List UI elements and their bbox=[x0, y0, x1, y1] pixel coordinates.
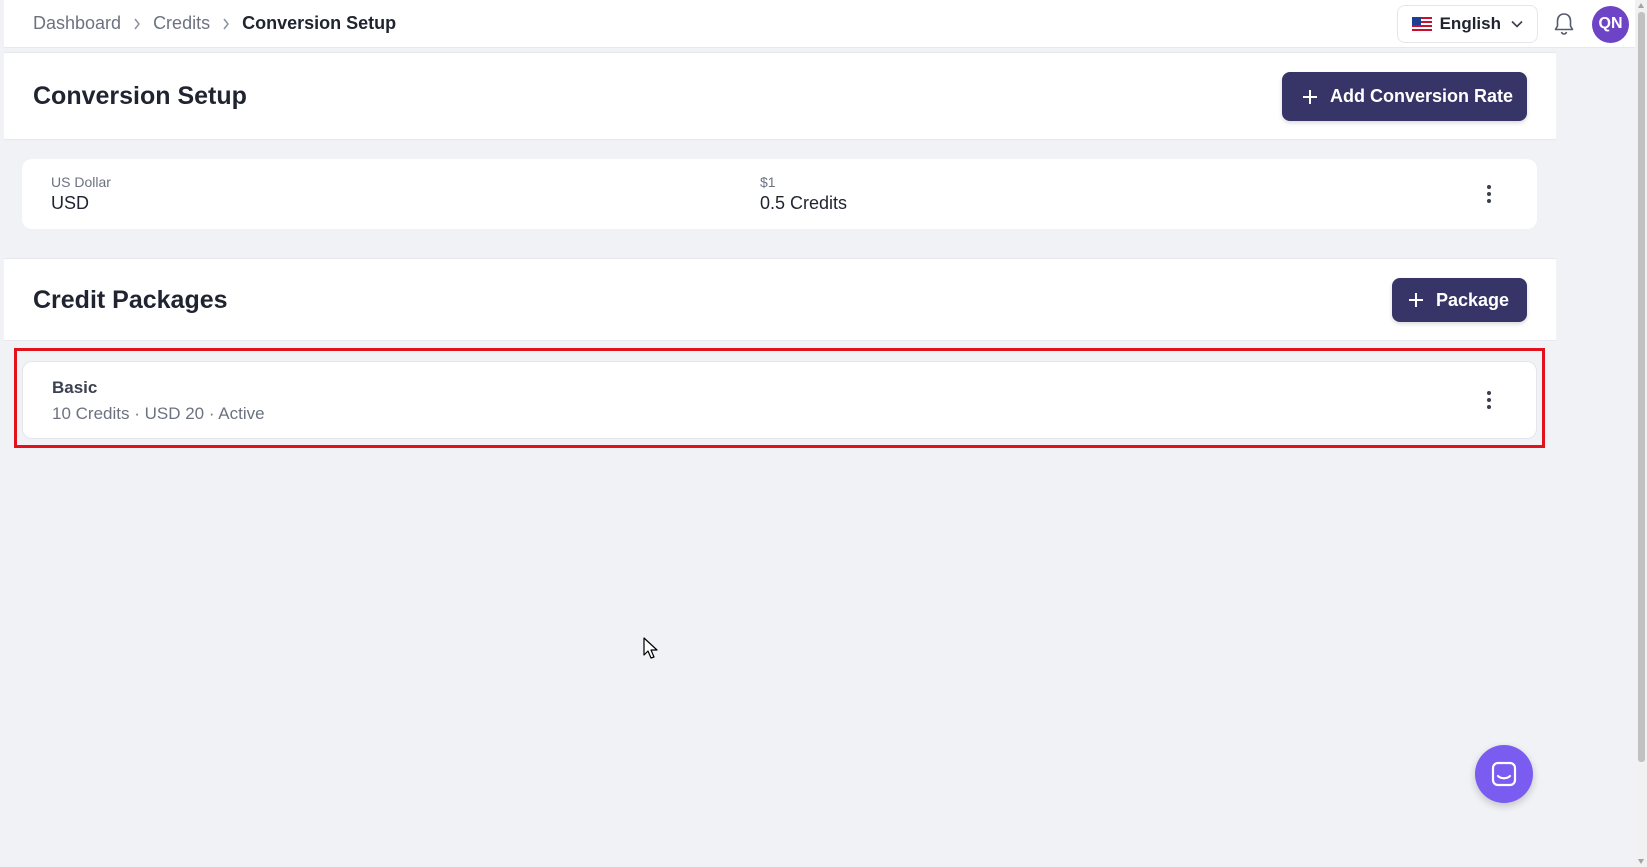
kebab-menu-icon[interactable] bbox=[1479, 179, 1499, 209]
package-name: Basic bbox=[52, 378, 98, 397]
language-label: English bbox=[1439, 14, 1501, 33]
breadcrumb-current: Conversion Setup bbox=[242, 13, 397, 33]
scroll-up-arrow[interactable] bbox=[1638, 3, 1644, 8]
kebab-menu-icon[interactable] bbox=[1479, 385, 1499, 415]
vertical-scrollbar[interactable] bbox=[1636, 0, 1647, 867]
breadcrumb: Dashboard Credits Conversion Setup bbox=[33, 13, 396, 34]
avatar[interactable]: QN bbox=[1592, 5, 1629, 43]
package-card[interactable]: Basic 10 Credits · USD 20 · Active bbox=[22, 361, 1537, 439]
currency-code: USD bbox=[51, 193, 90, 213]
add-conversion-rate-label: Add Conversion Rate bbox=[1330, 86, 1514, 106]
breadcrumb-credits[interactable]: Credits bbox=[153, 13, 210, 34]
conversion-rate-card: US Dollar USD $1 0.5 Credits bbox=[22, 159, 1537, 229]
currency-name: US Dollar bbox=[51, 174, 111, 190]
page-title: Conversion Setup bbox=[33, 82, 247, 110]
scrollbar-thumb[interactable] bbox=[1638, 12, 1645, 762]
plus-icon bbox=[1302, 89, 1318, 105]
chat-button[interactable] bbox=[1475, 745, 1533, 803]
credit-packages-header: Credit Packages Package bbox=[4, 258, 1556, 341]
add-package-label: Package bbox=[1436, 289, 1510, 310]
plus-icon bbox=[1408, 292, 1424, 308]
add-conversion-rate-button[interactable]: Add Conversion Rate bbox=[1282, 72, 1527, 121]
rate-amount-label: $1 bbox=[760, 174, 776, 190]
language-selector[interactable]: English bbox=[1396, 5, 1538, 43]
chevron-right-icon bbox=[133, 18, 141, 30]
scroll-down-arrow[interactable] bbox=[1638, 859, 1644, 864]
top-right-actions: English QN bbox=[1396, 4, 1629, 44]
mouse-cursor-icon bbox=[643, 637, 659, 666]
package-details: 10 Credits · USD 20 · Active bbox=[52, 404, 265, 423]
top-bar: Dashboard Credits Conversion Setup Engli… bbox=[4, 0, 1635, 48]
breadcrumb-dashboard[interactable]: Dashboard bbox=[33, 13, 121, 34]
bell-icon[interactable] bbox=[1550, 10, 1578, 38]
chevron-down-icon bbox=[1511, 20, 1523, 28]
conversion-setup-header: Conversion Setup Add Conversion Rate bbox=[4, 52, 1556, 140]
chevron-right-icon bbox=[222, 18, 230, 30]
us-flag-icon bbox=[1411, 17, 1432, 31]
rate-credits-value: 0.5 Credits bbox=[760, 193, 848, 213]
add-package-button[interactable]: Package bbox=[1392, 278, 1527, 322]
section-title: Credit Packages bbox=[33, 286, 228, 314]
chat-icon bbox=[1491, 761, 1517, 787]
